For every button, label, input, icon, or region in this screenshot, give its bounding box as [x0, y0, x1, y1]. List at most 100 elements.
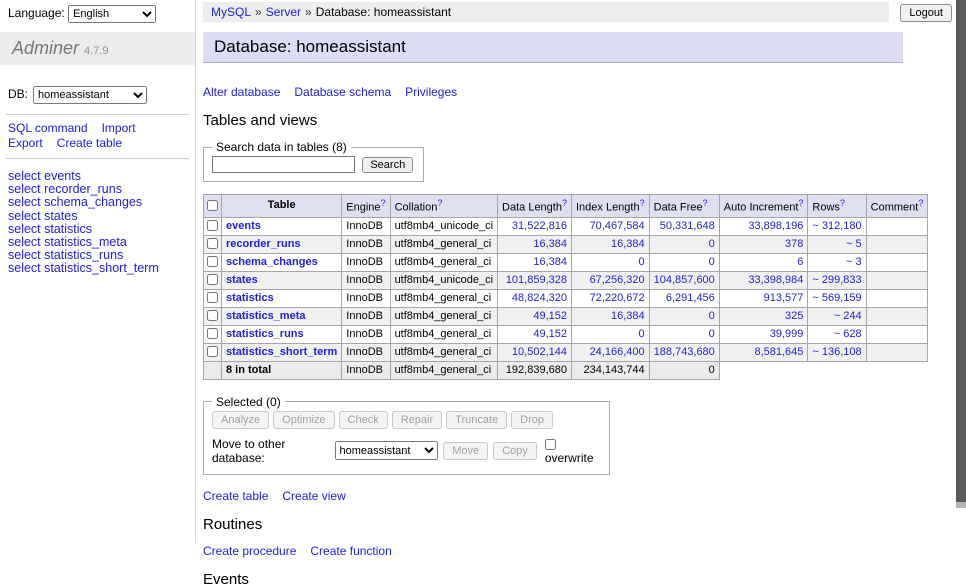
- export-link[interactable]: Export: [8, 136, 43, 150]
- table-name-link[interactable]: events: [226, 220, 261, 232]
- table-name-cell: states: [222, 271, 342, 289]
- table-name-cell: statistics: [222, 289, 342, 307]
- overwrite-checkbox[interactable]: [545, 439, 556, 450]
- column-help-link[interactable]: ?: [918, 198, 923, 208]
- column-help-link[interactable]: ?: [381, 198, 386, 208]
- column-header-label: Collation: [395, 202, 438, 214]
- data-free-cell: 0: [649, 325, 719, 343]
- column-header-table: Table: [222, 195, 342, 218]
- sidebar-select-link[interactable]: select schema_changes: [8, 196, 195, 209]
- column-header-label: Auto Increment: [724, 202, 799, 214]
- rows-count-cell: ~ 244: [808, 307, 866, 325]
- create-table-link[interactable]: Create table: [57, 136, 122, 150]
- column-help-link[interactable]: ?: [840, 198, 845, 208]
- rows-count-link[interactable]: ~ 628: [834, 328, 862, 340]
- vertical-scrollbar[interactable]: [956, 0, 966, 543]
- column-help-link[interactable]: ?: [562, 198, 567, 208]
- table-name-link[interactable]: statistics_short_term: [226, 346, 337, 358]
- repair-button[interactable]: Repair: [392, 411, 442, 429]
- row-checkbox[interactable]: [207, 220, 218, 231]
- row-checkbox[interactable]: [207, 328, 218, 339]
- rows-count-link[interactable]: ~ 3: [846, 256, 862, 268]
- data-free-cell: 0: [649, 235, 719, 253]
- scrollbar-thumb[interactable]: [956, 0, 966, 502]
- logout-button[interactable]: Logout: [900, 4, 952, 22]
- check-button[interactable]: Check: [339, 411, 388, 429]
- app-brand: Adminer: [12, 38, 79, 58]
- import-link[interactable]: Import: [102, 121, 136, 135]
- rows-count-link[interactable]: ~ 5: [846, 238, 862, 250]
- db-select[interactable]: homeassistant: [33, 86, 147, 104]
- analyze-button[interactable]: Analyze: [212, 411, 269, 429]
- column-help-link[interactable]: ?: [703, 198, 708, 208]
- data-length-cell: 31,522,816: [498, 217, 572, 235]
- sidebar-select-link[interactable]: select states: [8, 210, 195, 223]
- table-name-link[interactable]: schema_changes: [226, 256, 318, 268]
- rows-count-link[interactable]: ~ 136,108: [812, 346, 861, 358]
- table-name-link[interactable]: statistics_meta: [226, 310, 306, 322]
- breadcrumb-current: Database: homeassistant: [316, 5, 451, 19]
- total-data-length-cell: 192,839,680: [498, 361, 572, 379]
- comment-cell: [866, 289, 928, 307]
- row-checkbox[interactable]: [207, 256, 218, 267]
- sidebar-select-link[interactable]: select statistics_short_term: [8, 262, 195, 275]
- select-all-checkbox[interactable]: [207, 200, 218, 211]
- brand-block: Adminer4.7.9: [0, 32, 195, 65]
- rows-count-link[interactable]: ~ 244: [834, 310, 862, 322]
- search-input[interactable]: [212, 156, 355, 173]
- row-checkbox[interactable]: [207, 310, 218, 321]
- breadcrumb-server-link[interactable]: Server: [266, 5, 301, 19]
- column-help-link[interactable]: ?: [437, 198, 442, 208]
- column-header-index-length: Index Length?: [571, 195, 649, 218]
- rows-count-link[interactable]: ~ 312,180: [812, 220, 861, 232]
- rows-count-link[interactable]: ~ 299,833: [812, 274, 861, 286]
- language-select[interactable]: English: [68, 5, 156, 23]
- create-table-link-main[interactable]: Create table: [203, 489, 268, 503]
- move-database-select[interactable]: homeassistant: [335, 441, 439, 460]
- table-name-link[interactable]: statistics: [226, 292, 274, 304]
- data-length-cell: 48,824,320: [498, 289, 572, 307]
- auto-increment-cell: 33,398,984: [719, 271, 808, 289]
- move-button[interactable]: Move: [443, 442, 488, 460]
- row-checkbox[interactable]: [207, 238, 218, 249]
- create-procedure-link[interactable]: Create procedure: [203, 544, 296, 558]
- rows-count-cell: ~ 312,180: [808, 217, 866, 235]
- privileges-link[interactable]: Privileges: [405, 85, 457, 99]
- table-name-link[interactable]: recorder_runs: [226, 238, 301, 250]
- database-schema-link[interactable]: Database schema: [294, 85, 391, 99]
- move-label: Move to other database:: [212, 437, 330, 465]
- collation-cell: utf8mb4_general_ci: [390, 289, 497, 307]
- column-help-link[interactable]: ?: [798, 198, 803, 208]
- data-free-cell: 188,743,680: [649, 343, 719, 361]
- table-name-link[interactable]: statistics_runs: [226, 328, 304, 340]
- engine-cell: InnoDB: [342, 289, 390, 307]
- table-row: recorder_runsInnoDButf8mb4_general_ci16,…: [204, 235, 928, 253]
- drop-button[interactable]: Drop: [511, 411, 553, 429]
- table-name-link[interactable]: states: [226, 274, 258, 286]
- row-checkbox[interactable]: [207, 292, 218, 303]
- index-length-cell: 24,166,400: [571, 343, 649, 361]
- table-row: eventsInnoDButf8mb4_unicode_ci31,522,816…: [204, 217, 928, 235]
- copy-button[interactable]: Copy: [493, 442, 537, 460]
- scrollbar-track-cap: [956, 502, 966, 508]
- engine-cell: InnoDB: [342, 235, 390, 253]
- table-name-cell: statistics_meta: [222, 307, 342, 325]
- overwrite-wrap: overwrite: [545, 437, 599, 465]
- collation-cell: utf8mb4_general_ci: [390, 307, 497, 325]
- row-checkbox[interactable]: [207, 274, 218, 285]
- breadcrumb-separator: »: [255, 5, 262, 19]
- create-view-link[interactable]: Create view: [282, 489, 345, 503]
- column-help-link[interactable]: ?: [640, 198, 645, 208]
- sql-command-link[interactable]: SQL command: [8, 121, 88, 135]
- create-function-link[interactable]: Create function: [310, 544, 391, 558]
- sidebar: Language: English Adminer4.7.9 DB: homea…: [0, 0, 196, 543]
- breadcrumb-mysql-link[interactable]: MySQL: [211, 5, 251, 19]
- total-collation-cell: utf8mb4_general_ci: [390, 361, 497, 379]
- optimize-button[interactable]: Optimize: [273, 411, 334, 429]
- truncate-button[interactable]: Truncate: [446, 411, 507, 429]
- alter-database-link[interactable]: Alter database: [203, 85, 280, 99]
- rows-count-link[interactable]: ~ 569,159: [812, 292, 861, 304]
- search-button[interactable]: Search: [362, 157, 413, 173]
- table-name-cell: statistics_runs: [222, 325, 342, 343]
- row-checkbox[interactable]: [207, 346, 218, 357]
